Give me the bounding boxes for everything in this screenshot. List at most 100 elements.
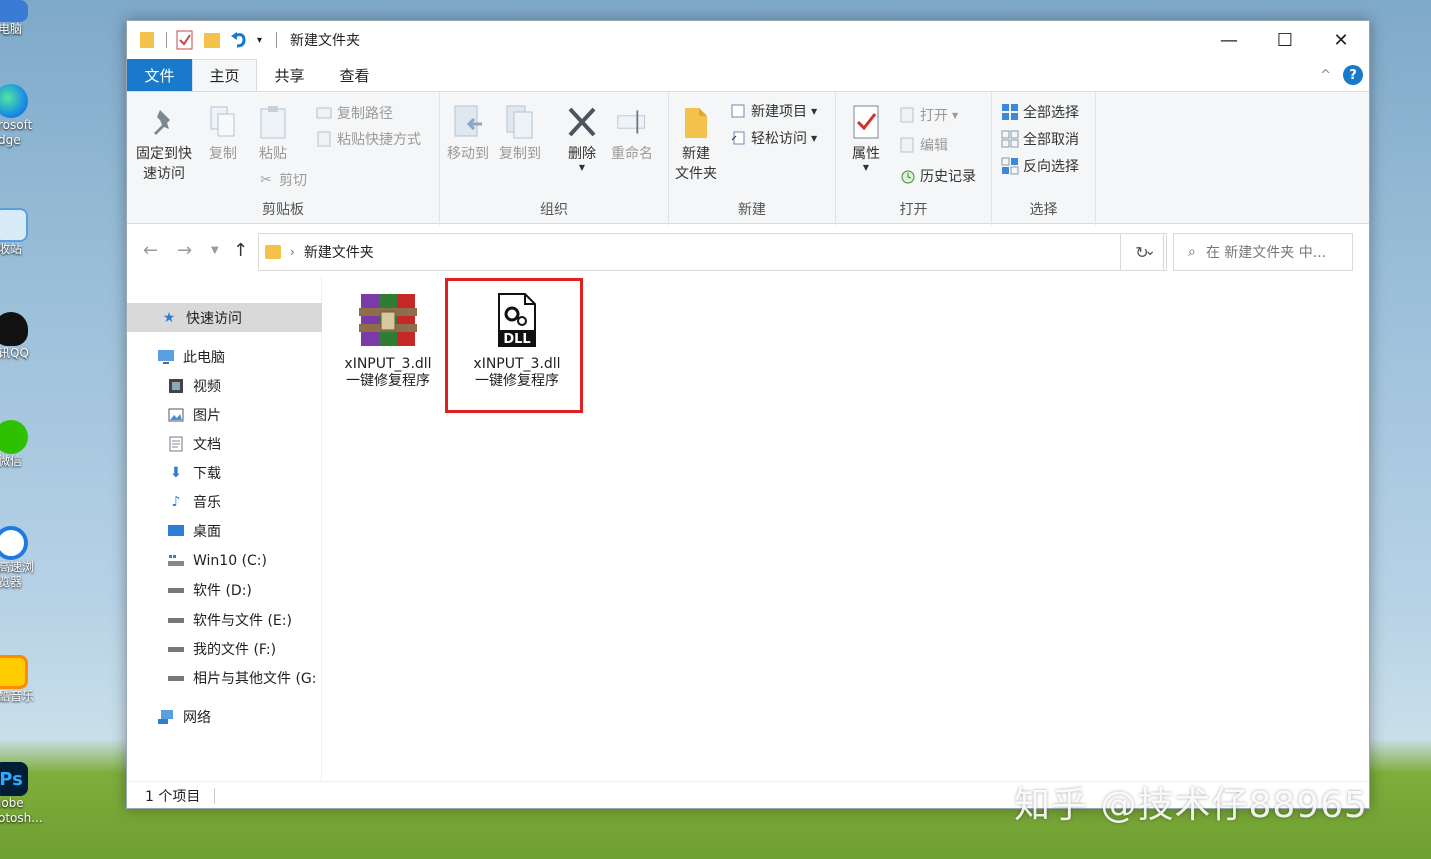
desktop-icon-label: 酷音乐 (0, 689, 35, 703)
nav-label: 此电脑 (183, 349, 225, 366)
tab-home[interactable]: 主页 (192, 59, 257, 91)
breadcrumb-chevron-icon[interactable]: › (290, 245, 295, 259)
copy-path-button[interactable]: 复制路径 (315, 103, 393, 123)
new-folder-button[interactable]: 新建 文件夹 (675, 104, 717, 184)
recent-dropdown-icon[interactable]: ▼ (211, 245, 219, 256)
nav-downloads[interactable]: ⬇ 下载 (127, 458, 322, 487)
desktop-icon-photoshop[interactable]: Ps lobe otosh... (0, 762, 44, 826)
collapse-ribbon-icon[interactable]: ^ (1320, 68, 1331, 83)
desktop-icon-browser[interactable]: 高速浏 览器 (0, 526, 44, 590)
drive-icon (167, 581, 185, 599)
desktop-icon-computer[interactable]: 电脑 (0, 0, 44, 37)
nav-label: 网络 (183, 709, 211, 726)
highlight-box (445, 278, 583, 413)
open-dropdown-icon[interactable]: ▼ (952, 111, 958, 120)
nav-this-pc[interactable]: 此电脑 (127, 342, 322, 371)
forward-arrow-icon[interactable]: → (177, 240, 192, 261)
open-button[interactable]: 打开 ▼ (898, 105, 958, 125)
desktop-icon-label: 收站 (0, 242, 23, 256)
pin-icon (148, 104, 180, 140)
invert-selection-label: 反向选择 (1023, 159, 1079, 175)
new-folder-icon[interactable] (203, 30, 221, 50)
paste-button[interactable]: 粘贴 (257, 104, 289, 164)
properties-button[interactable]: 属性 ▼ (850, 104, 882, 172)
properties-icon (850, 104, 882, 140)
nav-drive-g[interactable]: 相片与其他文件 (G: (127, 663, 322, 692)
nav-pictures[interactable]: 图片 (127, 400, 322, 429)
copy-to-button[interactable]: 复制到 (499, 104, 541, 164)
browser-icon (0, 526, 28, 560)
properties-check-icon[interactable] (176, 30, 194, 50)
invert-selection-button[interactable]: 反向选择 (1001, 156, 1079, 176)
breadcrumb-current[interactable]: 新建文件夹 (304, 242, 374, 262)
computer-icon (157, 348, 175, 366)
desktop-icon-label: 览器 (0, 575, 23, 589)
nav-drive-d[interactable]: 软件 (D:) (127, 575, 322, 604)
desktop-icon-wechat[interactable]: 微信 (0, 420, 44, 469)
nav-documents[interactable]: 文档 (127, 429, 322, 458)
nav-music[interactable]: ♪ 音乐 (127, 487, 322, 516)
pin-label-line1: 固定到快 (136, 146, 192, 162)
nav-drive-e[interactable]: 软件与文件 (E:) (127, 605, 322, 634)
easy-access-button[interactable]: 轻松访问 ▼ (729, 128, 817, 148)
cut-button[interactable]: ✂ 剪切 (257, 170, 307, 190)
tab-share[interactable]: 共享 (257, 59, 322, 91)
nav-label: 音乐 (193, 494, 221, 511)
rename-button[interactable]: 重命名 (611, 104, 653, 164)
customize-dropdown-icon[interactable]: ▾ (257, 30, 267, 50)
back-arrow-icon[interactable]: ← (143, 240, 158, 261)
desktop-icon-music[interactable]: 酷音乐 (0, 655, 44, 704)
pin-quick-access-button[interactable]: 固定到快 速访问 (136, 104, 192, 184)
search-placeholder: 在 新建文件夹 中... (1205, 245, 1327, 261)
new-folder-label-line1: 新建 (682, 146, 710, 162)
search-icon: ⌕ (1188, 244, 1196, 260)
new-folder-icon (680, 104, 712, 140)
close-button[interactable]: ✕ (1313, 21, 1369, 59)
cut-label: 剪切 (279, 173, 307, 189)
help-icon[interactable]: ? (1343, 65, 1363, 85)
properties-dropdown-icon[interactable]: ▼ (863, 164, 869, 172)
nav-videos[interactable]: 视频 (127, 371, 322, 400)
tab-view[interactable]: 查看 (322, 59, 387, 91)
tab-file[interactable]: 文件 (127, 59, 192, 91)
new-item-dropdown-icon[interactable]: ▼ (811, 107, 817, 116)
select-none-label: 全部取消 (1023, 132, 1079, 148)
select-all-button[interactable]: 全部选择 (1001, 102, 1079, 122)
computer-icon (0, 0, 28, 22)
easy-access-dropdown-icon[interactable]: ▼ (811, 134, 817, 143)
refresh-button[interactable]: ↻ (1120, 233, 1164, 271)
delete-dropdown-icon[interactable]: ▼ (579, 164, 585, 172)
music-app-icon (0, 655, 28, 689)
history-button[interactable]: 历史记录 (898, 166, 976, 186)
paste-label: 粘贴 (259, 146, 287, 162)
star-icon: ★ (162, 309, 176, 326)
nav-desktop[interactable]: 桌面 (127, 516, 322, 545)
ribbon-tabs: 文件 主页 共享 查看 ^ ? (127, 59, 1369, 91)
folder-icon[interactable] (139, 30, 157, 50)
address-bar[interactable]: › 新建文件夹 ⌄ (258, 233, 1167, 271)
copy-button[interactable]: 复制 (207, 104, 239, 164)
desktop-icon-edge[interactable]: rosoft dge (0, 84, 44, 148)
windows-drive-icon (167, 552, 185, 570)
paste-shortcut-button[interactable]: 粘贴快捷方式 (315, 129, 421, 149)
minimize-button[interactable]: — (1201, 21, 1257, 59)
nav-drive-c[interactable]: Win10 (C:) (127, 546, 322, 575)
maximize-button[interactable]: ☐ (1257, 21, 1313, 59)
nav-drive-f[interactable]: 我的文件 (F:) (127, 634, 322, 663)
drive-icon (167, 611, 185, 629)
new-item-button[interactable]: 新建项目 ▼ (729, 101, 817, 121)
desktop-icon-qq[interactable]: 讯QQ (0, 312, 44, 361)
desktop-icon-recycle-bin[interactable]: 收站 (0, 208, 44, 257)
nav-label: 图片 (193, 407, 221, 424)
file-item[interactable]: xINPUT_3.dll 一键修复程序 (323, 290, 453, 390)
up-arrow-icon[interactable]: ↑ (233, 240, 248, 261)
edit-button[interactable]: 编辑 (898, 135, 948, 155)
select-none-button[interactable]: 全部取消 (1001, 129, 1079, 149)
nav-network[interactable]: 网络 (127, 702, 322, 731)
search-box[interactable]: ⌕ 在 新建文件夹 中... (1173, 233, 1353, 271)
move-to-button[interactable]: 移动到 (447, 104, 489, 164)
undo-icon[interactable] (230, 30, 248, 50)
delete-button[interactable]: 删除 ▼ (566, 104, 598, 172)
nav-quick-access[interactable]: ★ 快速访问 (127, 303, 322, 332)
folder-icon (265, 245, 281, 259)
